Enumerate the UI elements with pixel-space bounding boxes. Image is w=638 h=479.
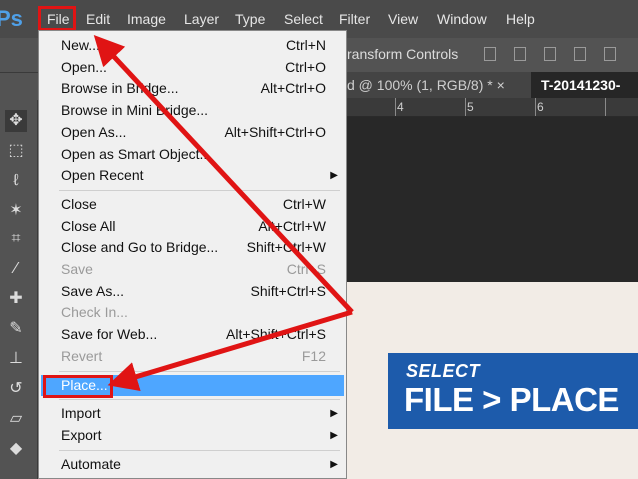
arrow-to-file-menu [93,35,354,314]
annotation-arrows [93,35,354,392]
arrow-to-place-item [107,309,353,392]
